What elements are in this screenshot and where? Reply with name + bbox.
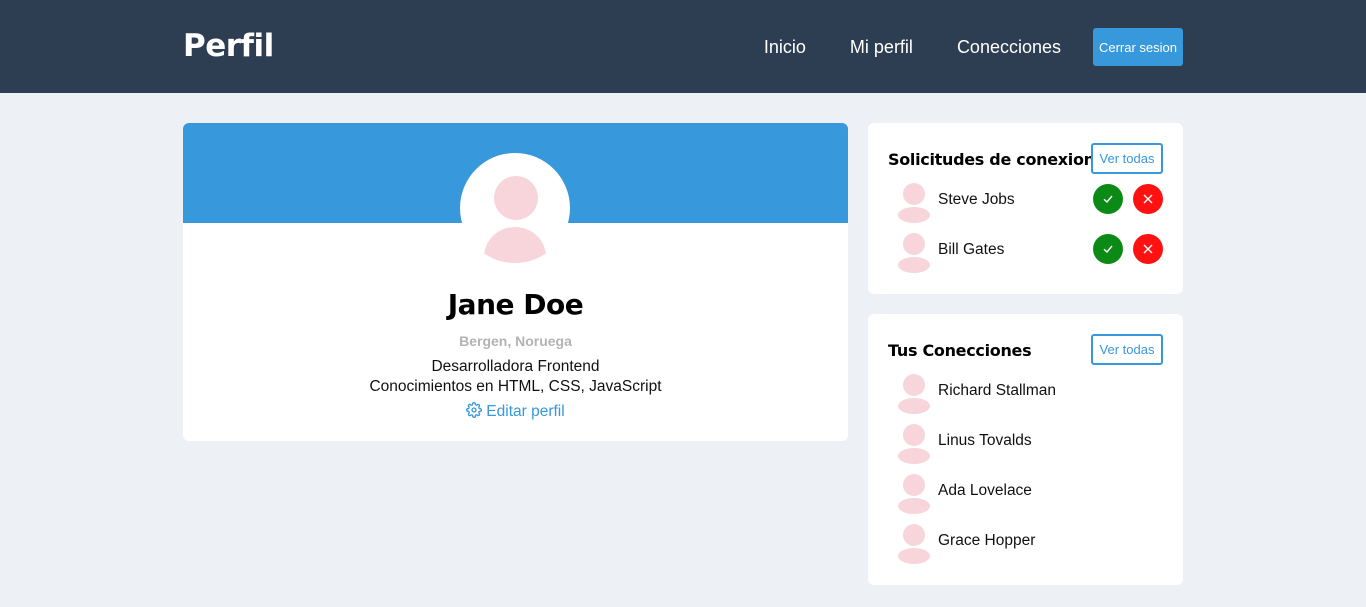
logout-button[interactable]: Cerrar sesion <box>1093 28 1183 66</box>
navbar: Perfil Inicio Mi perfil Conecciones Cerr… <box>0 0 1366 93</box>
profile-avatar <box>460 153 570 263</box>
connection-name[interactable]: Grace Hopper <box>938 532 1035 550</box>
connection-name[interactable]: Linus Tovalds <box>938 432 1032 450</box>
check-icon <box>1103 245 1113 254</box>
request-item: Steve Jobs <box>898 183 1163 223</box>
accept-request-button[interactable] <box>1093 184 1123 214</box>
profile-bio-skills: Conocimientos en HTML, CSS, JavaScript <box>369 378 662 395</box>
connection-item: Ada Lovelace <box>898 474 1163 514</box>
profile-bio-role: Desarrolladora Frontend <box>431 358 600 375</box>
request-name[interactable]: Bill Gates <box>938 241 1004 259</box>
connection-name[interactable]: Richard Stallman <box>938 382 1056 400</box>
brand-logo[interactable]: Perfil <box>183 28 274 64</box>
connection-requests-card: Solicitudes de conexion Ver todas Steve … <box>868 123 1183 294</box>
edit-profile-link[interactable]: Editar perfil <box>183 402 848 421</box>
nav-links: Inicio Mi perfil Conecciones Cerrar sesi… <box>764 28 1183 66</box>
check-icon <box>1103 195 1113 204</box>
connection-item: Richard Stallman <box>898 374 1163 414</box>
connections-view-all-button[interactable]: Ver todas <box>1091 334 1163 365</box>
avatar-body <box>484 227 546 263</box>
profile-name: Jane Doe <box>447 288 584 321</box>
nav-link-mi-perfil[interactable]: Mi perfil <box>850 37 913 58</box>
avatar <box>898 374 930 414</box>
profile-location: Bergen, Noruega <box>459 333 572 349</box>
nav-link-conecciones[interactable]: Conecciones <box>957 37 1061 58</box>
avatar <box>898 424 930 464</box>
request-item: Bill Gates <box>898 233 1163 273</box>
accept-request-button[interactable] <box>1093 234 1123 264</box>
connections-card: Tus Conecciones Ver todas Richard Stallm… <box>868 314 1183 585</box>
close-icon <box>1143 194 1153 204</box>
reject-request-button[interactable] <box>1133 184 1163 214</box>
request-name[interactable]: Steve Jobs <box>938 191 1015 209</box>
connections-title: Tus Conecciones <box>888 341 1032 360</box>
requests-view-all-button[interactable]: Ver todas <box>1091 143 1163 174</box>
avatar-head <box>494 176 538 220</box>
profile-card: Jane Doe Bergen, Noruega Desarrolladora … <box>183 123 848 441</box>
reject-request-button[interactable] <box>1133 234 1163 264</box>
avatar <box>898 233 930 273</box>
connection-item: Grace Hopper <box>898 524 1163 564</box>
nav-link-inicio[interactable]: Inicio <box>764 37 806 58</box>
profile-bio: Desarrolladora Frontend Conocimientos en… <box>183 357 848 397</box>
requests-title: Solicitudes de conexion <box>888 150 1095 169</box>
connection-item: Linus Tovalds <box>898 424 1163 464</box>
edit-profile-label: Editar perfil <box>486 403 565 420</box>
close-icon <box>1143 244 1153 254</box>
avatar <box>898 183 930 223</box>
connection-name[interactable]: Ada Lovelace <box>938 482 1032 500</box>
avatar <box>898 474 930 514</box>
avatar <box>898 524 930 564</box>
gear-icon <box>466 402 483 418</box>
